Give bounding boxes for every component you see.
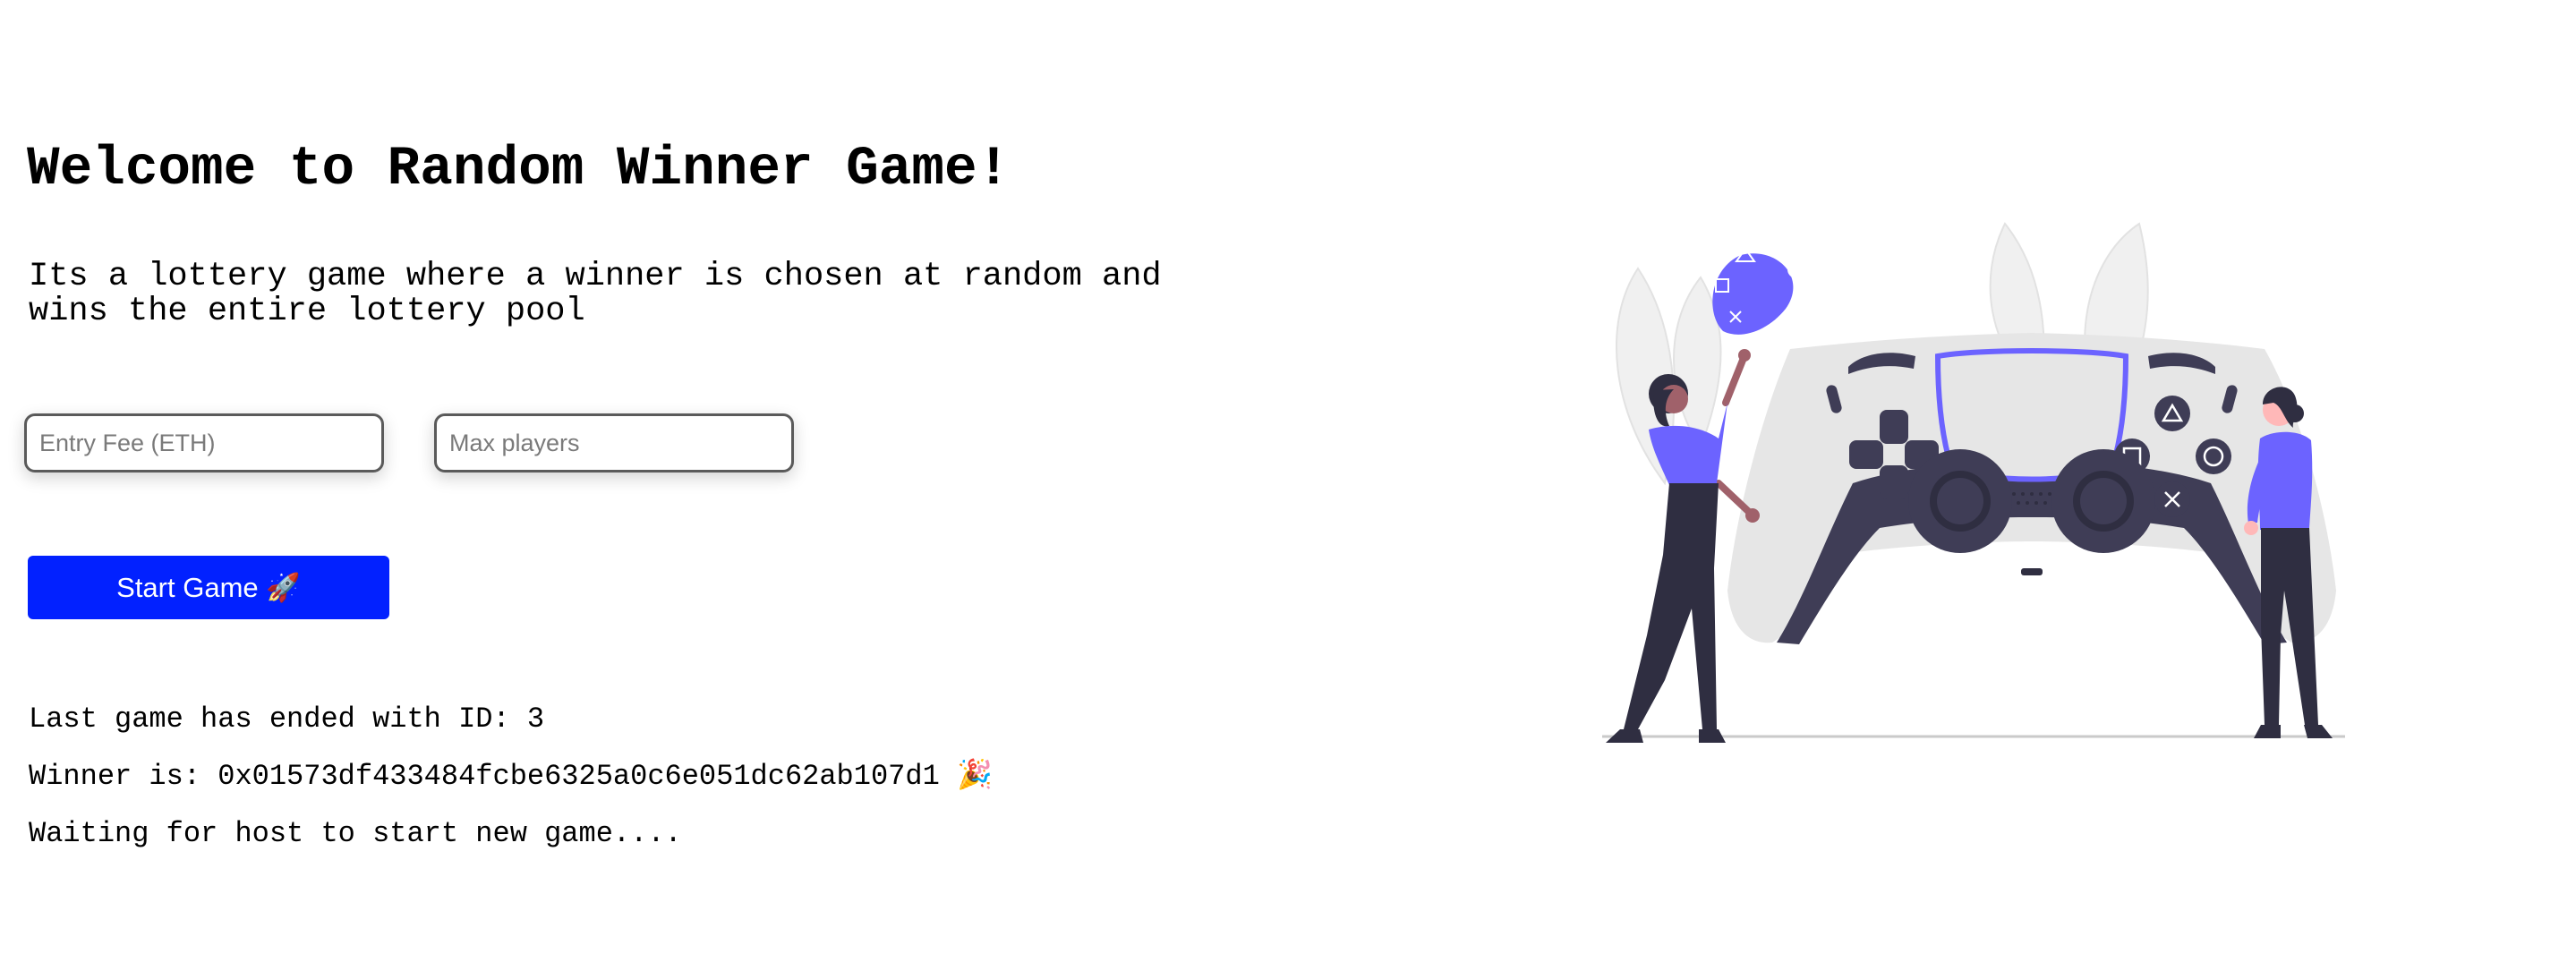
game-description: Its a lottery game where a winner is cho…	[29, 258, 1162, 330]
page: Welcome to Random Winner Game! Its a lot…	[0, 0, 2576, 979]
ball-icon	[1712, 247, 1805, 335]
last-game-status: Last game has ended with ID: 3	[29, 702, 545, 736]
page-title: Welcome to Random Winner Game!	[27, 139, 1011, 200]
waiting-status: Waiting for host to start new game....	[29, 817, 682, 850]
controller-icon	[1727, 333, 2336, 644]
start-game-button[interactable]: Start Game 🚀	[28, 556, 389, 619]
winner-status: Winner is: 0x01573df433484fcbe6325a0c6e0…	[29, 760, 993, 793]
game-controller-illustration	[1602, 222, 2345, 743]
max-players-input[interactable]	[434, 413, 794, 472]
entry-fee-input[interactable]	[24, 413, 384, 472]
